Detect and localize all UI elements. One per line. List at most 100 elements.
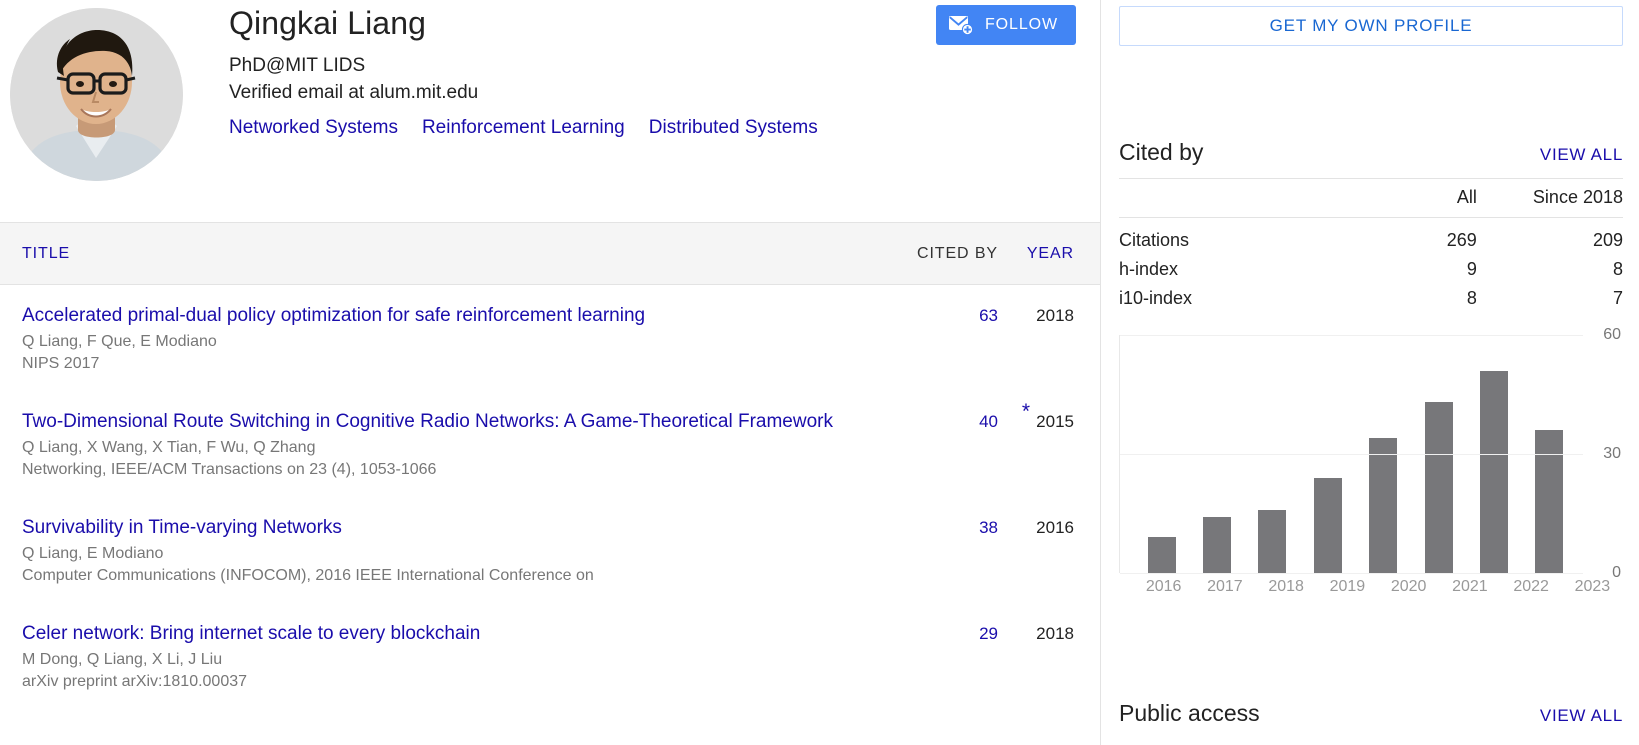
table-row: Accelerated primal-dual policy optimizat… <box>0 285 1100 391</box>
cited-by-header: Cited by VIEW ALL <box>1119 139 1623 176</box>
metric-value-since: 8 <box>1612 259 1623 279</box>
public-access-header: Public access VIEW ALL <box>1119 700 1623 727</box>
verified-email: Verified email at alum.mit.edu <box>229 82 479 103</box>
publication-cited-by-cell: 63 <box>878 303 1008 326</box>
cited-by-view-all-link[interactable]: VIEW ALL <box>1540 145 1623 165</box>
table-row: Celer network: Bring internet scale to e… <box>0 603 1100 709</box>
column-header-year[interactable]: YEAR <box>1008 245 1074 263</box>
chart-x-tick-label: 2016 <box>1145 578 1182 595</box>
metrics-row-citations: Citations 269 209 <box>1119 218 1623 256</box>
metrics-row-i10-index: i10-index 8 7 <box>1119 284 1623 313</box>
citations-per-year-chart: 60 30 0 2016 2017 2018 2019 2020 2021 2022 2023 <box>1119 326 1623 595</box>
chart-bar[interactable] <box>1424 402 1453 573</box>
publication-year: 2018 <box>1036 624 1074 643</box>
interest-link-distributed-systems[interactable]: Distributed Systems <box>649 115 818 141</box>
publications-table: TITLE CITED BY YEAR Accelerated primal-d… <box>0 222 1100 709</box>
profile-photo-icon <box>9 8 183 181</box>
scholar-profile-page: Qingkai Liang PhD@MIT LIDS Verified emai… <box>0 0 1639 745</box>
metric-value-all: 9 <box>1466 259 1477 279</box>
column-header-title[interactable]: TITLE <box>22 245 878 263</box>
publication-year: 2015 <box>1036 412 1074 431</box>
publication-cited-by-cell: 29 <box>878 621 1008 644</box>
cited-by-count-link[interactable]: 63 <box>979 306 998 325</box>
cited-by-count-link[interactable]: 29 <box>979 624 998 643</box>
publication-authors: Q Liang, F Que, E Modiano <box>22 333 217 350</box>
chart-plot-area: 60 30 0 <box>1119 326 1621 581</box>
publication-authors: M Dong, Q Liang, X Li, J Liu <box>22 651 223 668</box>
table-row: Two-Dimensional Route Switching in Cogni… <box>0 391 1100 497</box>
get-my-own-profile-button[interactable]: GET MY OWN PROFILE <box>1119 6 1623 46</box>
publication-venue: Computer Communications (INFOCOM), 2016 … <box>22 567 594 584</box>
chart-gridline <box>1120 573 1583 574</box>
chart-x-tick-label: 2017 <box>1207 578 1243 595</box>
chart-bar[interactable] <box>1479 370 1508 573</box>
envelope-plus-icon <box>948 14 974 36</box>
metric-label: h-index <box>1119 259 1179 279</box>
interests-list: Networked Systems Reinforcement Learning… <box>229 115 1100 141</box>
chart-x-tick-label: 2018 <box>1268 578 1304 595</box>
public-access-title: Public access <box>1119 700 1260 726</box>
chart-x-tick-label: 2020 <box>1390 578 1427 595</box>
metrics-header-row: All Since 2018 <box>1119 178 1623 218</box>
coauthored-star-icon: * <box>1021 400 1030 423</box>
metric-value-since: 7 <box>1612 288 1623 308</box>
chart-x-tick-label: 2023 <box>1574 578 1611 595</box>
metric-label: Citations <box>1119 230 1190 250</box>
publication-year: 2016 <box>1036 518 1074 537</box>
publication-title-link[interactable]: Two-Dimensional Route Switching in Cogni… <box>22 409 852 434</box>
publication-info: Accelerated primal-dual policy optimizat… <box>22 303 878 375</box>
interest-link-reinforcement-learning[interactable]: Reinforcement Learning <box>422 115 625 141</box>
cited-by-title: Cited by <box>1119 139 1204 165</box>
publication-info: Survivability in Time-varying Networks Q… <box>22 515 878 587</box>
chart-bar[interactable] <box>1203 517 1232 573</box>
chart-x-tick-label: 2019 <box>1329 578 1366 595</box>
publication-venue: Networking, IEEE/ACM Transactions on 23 … <box>22 461 437 478</box>
public-access-view-all-link[interactable]: VIEW ALL <box>1540 706 1623 726</box>
publications-table-header: TITLE CITED BY YEAR <box>0 222 1100 285</box>
citation-metrics-table: All Since 2018 Citations 269 209 h-index… <box>1119 178 1623 313</box>
publication-cited-by-cell: 38 <box>878 515 1008 538</box>
chart-y-tick-label: 60 <box>1603 326 1621 343</box>
chart-y-tick-label: 30 <box>1603 445 1621 462</box>
publication-title-link[interactable]: Accelerated primal-dual policy optimizat… <box>22 303 852 328</box>
publication-venue: NIPS 2017 <box>22 355 100 372</box>
chart-bar[interactable] <box>1147 537 1176 573</box>
table-row: Survivability in Time-varying Networks Q… <box>0 497 1100 603</box>
metrics-col-blank <box>1119 178 1331 218</box>
chart-bar[interactable] <box>1313 477 1342 573</box>
chart-gridline <box>1120 454 1583 455</box>
avatar-container <box>0 0 186 222</box>
main-column: Qingkai Liang PhD@MIT LIDS Verified emai… <box>0 0 1100 745</box>
chart-bar[interactable] <box>1369 438 1398 573</box>
follow-button-label: FOLLOW <box>985 16 1058 33</box>
affiliation: PhD@MIT LIDS <box>229 55 366 76</box>
publication-authors: Q Liang, E Modiano <box>22 545 164 562</box>
interest-link-networked-systems[interactable]: Networked Systems <box>229 115 398 141</box>
follow-button[interactable]: FOLLOW <box>936 5 1076 45</box>
chart-bar[interactable] <box>1535 430 1564 573</box>
metric-value-since: 209 <box>1592 230 1623 250</box>
chart-bar[interactable] <box>1258 509 1287 573</box>
publication-info: Two-Dimensional Route Switching in Cogni… <box>22 409 878 481</box>
cited-by-count-link[interactable]: 38 <box>979 518 998 537</box>
metric-label: i10-index <box>1119 288 1193 308</box>
metric-value-all: 8 <box>1466 288 1477 308</box>
publication-title-link[interactable]: Celer network: Bring internet scale to e… <box>22 621 852 646</box>
publication-authors: Q Liang, X Wang, X Tian, F Wu, Q Zhang <box>22 439 316 456</box>
column-header-cited-by: CITED BY <box>917 244 998 262</box>
publication-title-link[interactable]: Survivability in Time-varying Networks <box>22 515 852 540</box>
publication-cited-by-cell: 40 * <box>878 401 1030 432</box>
metrics-col-all: All <box>1330 178 1477 218</box>
chart-gridline <box>1120 335 1583 336</box>
publication-info: Celer network: Bring internet scale to e… <box>22 621 878 693</box>
avatar[interactable] <box>9 8 183 181</box>
chart-x-tick-label: 2022 <box>1513 578 1549 595</box>
metric-value-all: 269 <box>1446 230 1477 250</box>
chart-x-axis-labels: 2016 2017 2018 2019 2020 2021 2022 2023 <box>1133 578 1623 596</box>
metrics-row-h-index: h-index 9 8 <box>1119 255 1623 284</box>
chart-x-tick-label: 2021 <box>1452 578 1488 595</box>
publication-year: 2018 <box>1036 306 1074 325</box>
profile-header: Qingkai Liang PhD@MIT LIDS Verified emai… <box>0 0 1100 222</box>
cited-by-count-link[interactable]: 40 <box>979 412 998 431</box>
follow-button-container: FOLLOW <box>936 5 1076 45</box>
